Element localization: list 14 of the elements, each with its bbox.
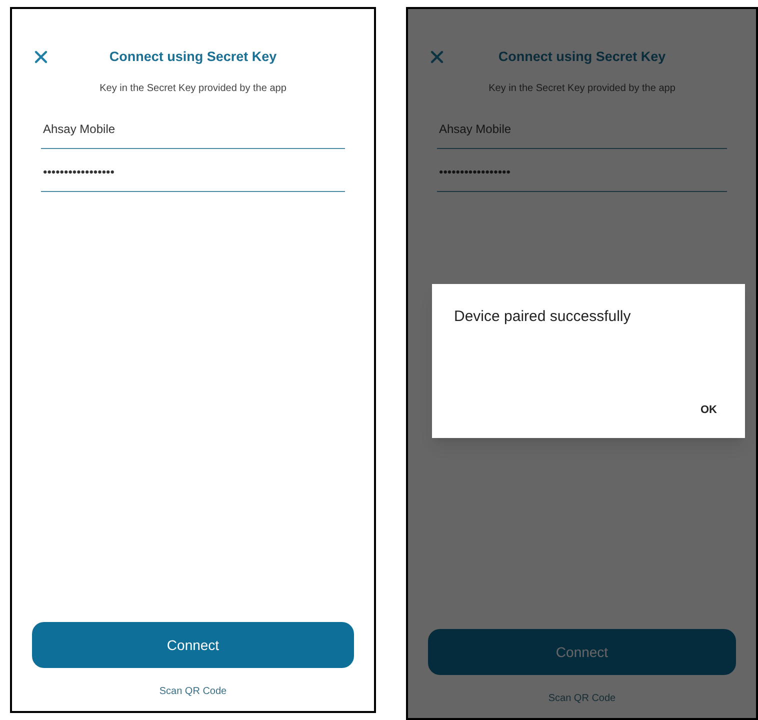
screen-title: Connect using Secret Key [497,48,667,66]
instruction-text: Key in the Secret Key provided by the app [488,82,676,96]
screen-title: Connect using Secret Key [108,48,278,66]
text-field[interactable]: ••••••••••••••••• [437,163,727,192]
text-field[interactable]: ••••••••••••••••• [41,163,345,192]
text-field[interactable]: Ahsay Mobile [437,120,727,150]
instruction-text: Key in the Secret Key provided by the app [98,82,288,96]
scan-qr-link[interactable]: Scan QR Code [159,684,227,699]
text-field[interactable]: Ahsay Mobile [41,120,345,150]
dialog-message: Device paired successfully [454,307,632,327]
close-icon[interactable] [34,50,48,64]
close-icon[interactable] [430,50,444,64]
ok-button[interactable]: OK [694,398,723,422]
connect-button[interactable]: Connect [32,622,354,668]
